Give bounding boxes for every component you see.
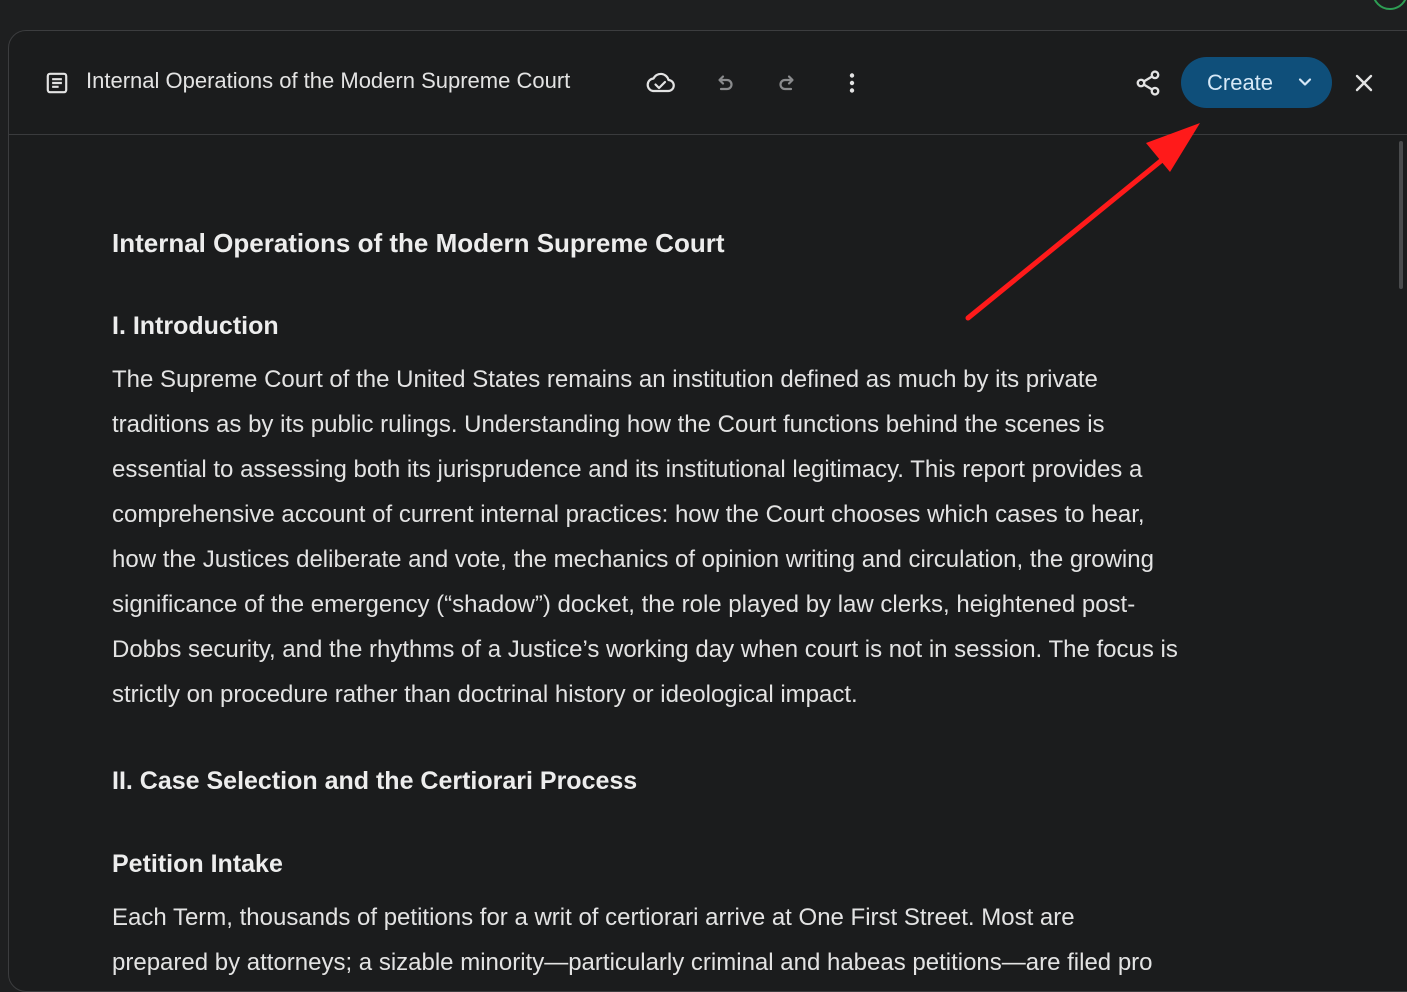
document-title[interactable]: Internal Operations of the Modern Suprem… xyxy=(86,68,570,94)
document-body: Internal Operations of the Modern Suprem… xyxy=(112,221,1292,985)
paragraph-line: traditions as by its public rulings. Und… xyxy=(112,411,1105,438)
paragraph-line: essential to assessing both its jurispru… xyxy=(112,456,1143,483)
paragraph-line: how the Justices deliberate and vote, th… xyxy=(112,546,1154,573)
document-panel: Internal Operations of the Modern Suprem… xyxy=(8,30,1407,992)
scrollbar[interactable] xyxy=(1397,137,1407,289)
paragraph-line: comprehensive account of current interna… xyxy=(112,501,1145,528)
chevron-down-icon xyxy=(1298,78,1312,86)
create-button-label: Create xyxy=(1207,70,1274,95)
close-icon[interactable] xyxy=(1346,65,1382,101)
section-heading-introduction: I. Introduction xyxy=(112,312,279,340)
document-heading: Internal Operations of the Modern Suprem… xyxy=(112,228,725,258)
document-toolbar: Internal Operations of the Modern Suprem… xyxy=(9,31,1407,135)
paragraph-line: Each Term, thousands of petitions for a … xyxy=(112,904,1075,931)
more-vert-icon[interactable] xyxy=(834,65,870,101)
document-icon xyxy=(39,65,75,101)
create-button[interactable]: Create xyxy=(1181,57,1332,108)
scrollbar-thumb[interactable] xyxy=(1399,141,1403,289)
paragraph-line: strictly on procedure rather than doctri… xyxy=(112,681,858,708)
share-icon[interactable] xyxy=(1130,65,1166,101)
introduction-paragraph: The Supreme Court of the United States r… xyxy=(112,357,1292,717)
paragraph-line: The Supreme Court of the United States r… xyxy=(112,366,1098,393)
paragraph-line: Dobbs security, and the rhythms of a Jus… xyxy=(112,636,1178,663)
petition-intake-paragraph: Each Term, thousands of petitions for a … xyxy=(112,895,1292,985)
redo-icon[interactable] xyxy=(770,65,806,101)
undo-icon[interactable] xyxy=(706,65,742,101)
cloud-saved-icon[interactable] xyxy=(642,65,678,101)
section-heading-petition-intake: Petition Intake xyxy=(112,850,283,878)
section-heading-case-selection: II. Case Selection and the Certiorari Pr… xyxy=(112,767,638,795)
paragraph-line: prepared by attorneys; a sizable minorit… xyxy=(112,949,1153,976)
paragraph-line: significance of the emergency (“shadow”)… xyxy=(112,591,1136,618)
